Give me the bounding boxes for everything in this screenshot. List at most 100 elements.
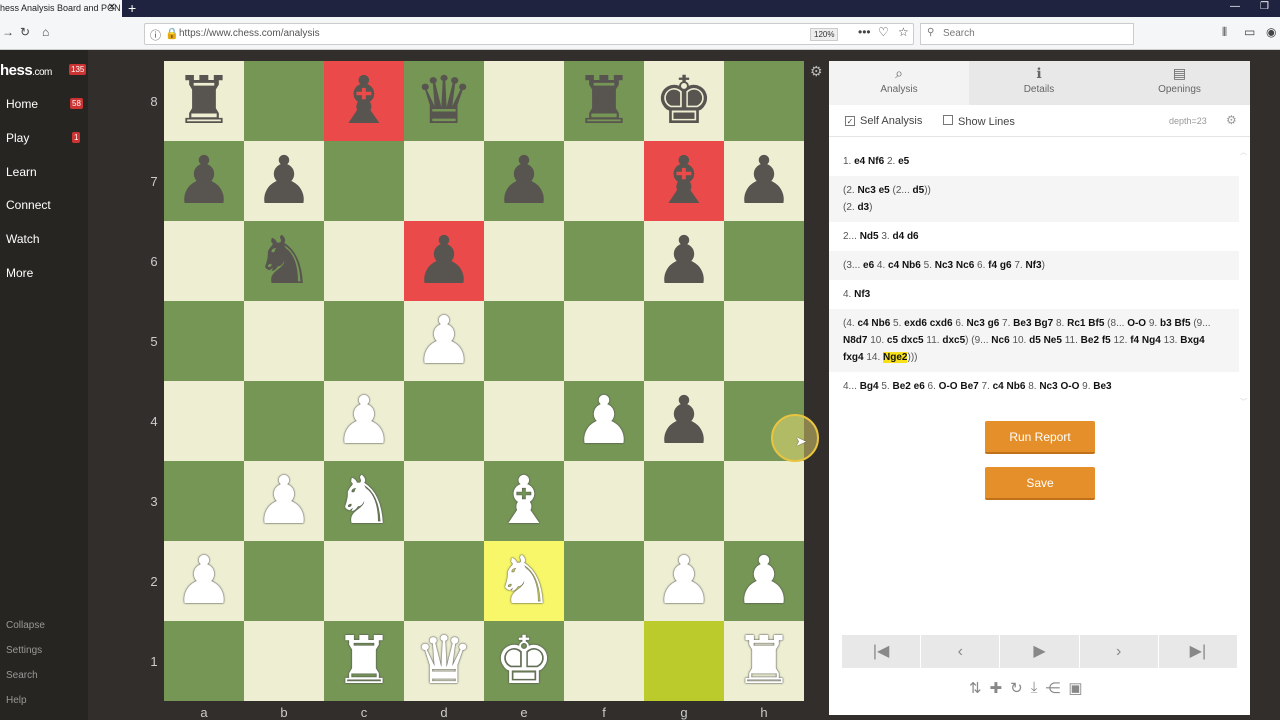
zoom-level[interactable]: 120% [810,28,839,41]
square-c7[interactable] [324,141,404,221]
square-e7[interactable]: ♟ [484,141,564,221]
white-queen-icon[interactable]: ♛ [414,628,473,694]
square-g8[interactable]: ♚ [644,61,724,141]
move[interactable]: Be3 [1093,381,1111,392]
square-h6[interactable] [724,221,804,301]
previous-move-button[interactable]: ‹ [921,635,1000,668]
sidebar-settings[interactable]: Settings [6,645,42,656]
move[interactable]: Nge2 [883,352,908,363]
white-rook-icon[interactable]: ♜ [734,628,793,694]
move[interactable]: Nf6 [868,156,884,167]
square-g7[interactable]: ♝ [644,141,724,221]
square-a6[interactable] [164,221,244,301]
maximize-icon[interactable]: ❐ [1260,1,1269,12]
white-king-icon[interactable]: ♚ [494,628,553,694]
move[interactable]: Nc3 [966,318,984,329]
square-c5[interactable] [324,301,404,381]
move[interactable]: Be2 [893,381,911,392]
move[interactable]: dxc5 [942,335,965,346]
move[interactable]: c4 [857,318,868,329]
square-h3[interactable] [724,461,804,541]
move[interactable]: Nf3 [1025,260,1041,271]
move[interactable]: Bxg4 [1180,335,1204,346]
black-rook-icon[interactable]: ♜ [174,68,233,134]
white-pawn-icon[interactable]: ♟ [734,548,793,614]
square-a1[interactable] [164,621,244,701]
sidebar-icon[interactable]: ▭ [1244,25,1255,39]
account-icon[interactable]: ◉ [1266,25,1276,39]
black-king-icon[interactable]: ♚ [654,68,713,134]
white-pawn-icon[interactable]: ♟ [574,388,633,454]
move[interactable]: N8d7 [843,335,867,346]
square-c2[interactable] [324,541,404,621]
move[interactable]: Rc1 [1067,318,1085,329]
black-pawn-icon[interactable]: ♟ [414,228,473,294]
square-b1[interactable] [244,621,324,701]
square-d8[interactable]: ♛ [404,61,484,141]
move[interactable]: d5 [1029,335,1041,346]
square-b3[interactable]: ♟ [244,461,324,541]
sidebar-item-connect[interactable]: Connect [6,198,51,212]
square-h7[interactable]: ♟ [724,141,804,221]
engine-settings-gear-icon[interactable]: ⚙ [1226,113,1237,127]
move[interactable]: e6 [863,260,874,271]
square-f8[interactable]: ♜ [564,61,644,141]
square-b6[interactable]: ♞ [244,221,324,301]
move[interactable]: Ne5 [1044,335,1062,346]
square-b2[interactable] [244,541,324,621]
sidebar-item-learn[interactable]: Learn [6,165,37,179]
flip-board-icon[interactable]: ⇅ [969,679,982,697]
move[interactable]: e5 [879,185,890,196]
move[interactable]: Ng4 [1142,335,1161,346]
white-pawn-icon[interactable]: ♟ [654,548,713,614]
sidebar-collapse[interactable]: Collapse [6,620,45,631]
move-list-scrollbar[interactable]: ︿ ﹀ [1240,147,1248,407]
black-rook-icon[interactable]: ♜ [574,68,633,134]
black-pawn-icon[interactable]: ♟ [734,148,793,214]
move[interactable]: Nc6 [991,335,1009,346]
square-f3[interactable] [564,461,644,541]
square-g1[interactable] [644,621,724,701]
square-a5[interactable] [164,301,244,381]
move[interactable]: Nc6 [956,260,974,271]
move[interactable]: O-O [1127,318,1146,329]
move[interactable]: Be7 [960,381,978,392]
square-g2[interactable]: ♟ [644,541,724,621]
square-f4[interactable]: ♟ [564,381,644,461]
square-a4[interactable] [164,381,244,461]
first-move-button[interactable]: |◀ [842,635,921,668]
close-tab-icon[interactable]: ✕ [108,2,116,13]
move[interactable]: f5 [1102,335,1111,346]
share-icon[interactable]: ⋲ [1045,679,1060,697]
square-g6[interactable]: ♟ [644,221,724,301]
square-e1[interactable]: ♚ [484,621,564,701]
browser-tab[interactable]: hess Analysis Board and PGN ✕ [0,0,122,17]
move[interactable]: fxg4 [843,352,864,363]
chess-board[interactable]: ♜ ♝ ♛ ♜ ♚ ♟ ♟ ♟ ♝ ♟ ♞ ♟ ♟ ♟ ♟ ♟ ♟ ♟ ♞ ♝ ♟ ♞ ♟ ♟ ♜ ♛ ♚ ♜ [164,61,804,701]
black-queen-icon[interactable]: ♛ [414,68,473,134]
square-a8[interactable]: ♜ [164,61,244,141]
white-pawn-icon[interactable]: ♟ [254,468,313,534]
move[interactable]: Bg4 [860,381,879,392]
square-d4[interactable] [404,381,484,461]
square-e8[interactable] [484,61,564,141]
library-icon[interactable]: ⫴ [1222,25,1227,40]
play-button[interactable]: ▶ [1000,635,1079,668]
white-rook-icon[interactable]: ♜ [334,628,393,694]
chess-logo[interactable]: hess.com [0,62,52,79]
move[interactable]: Nc3 [1039,381,1057,392]
move[interactable]: d3 [857,202,869,213]
white-pawn-icon[interactable]: ♟ [174,548,233,614]
move[interactable]: Bf5 [1088,318,1104,329]
info-icon[interactable]: ⓘ [150,27,161,43]
square-h2[interactable]: ♟ [724,541,804,621]
square-d1[interactable]: ♛ [404,621,484,701]
square-b4[interactable] [244,381,324,461]
more-icon[interactable]: ••• [858,25,871,39]
square-e6[interactable] [484,221,564,301]
move[interactable]: c4 [888,260,899,271]
sidebar-search[interactable]: Search [6,670,38,681]
square-a7[interactable]: ♟ [164,141,244,221]
square-d2[interactable] [404,541,484,621]
move[interactable]: Nb6 [871,318,890,329]
